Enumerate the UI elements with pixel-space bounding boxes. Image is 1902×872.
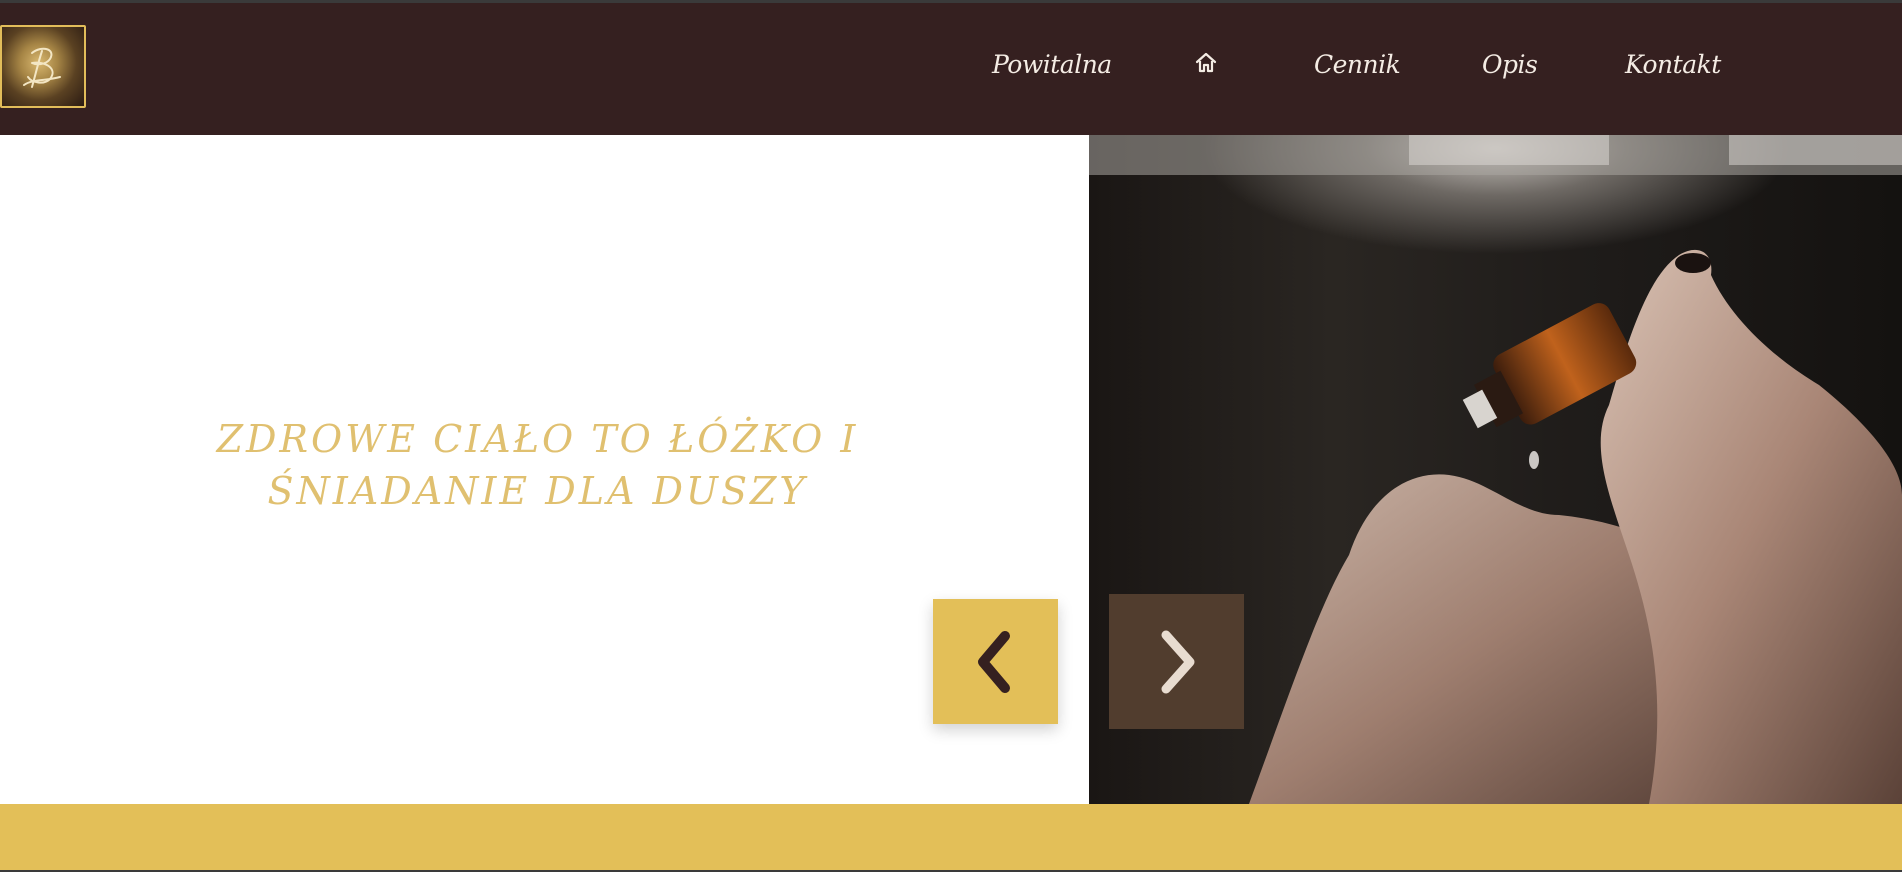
carousel-prev-button[interactable]: [933, 599, 1058, 724]
home-icon: [1195, 52, 1217, 73]
hero-text-panel: ZDROWE CIAŁO TO ŁÓŻKO I ŚNIADANIE DLA DU…: [0, 135, 1089, 804]
nav-kontakt[interactable]: Kontakt: [1625, 50, 1721, 79]
hero-tagline-line2: ŚNIADANIE DLA DUSZY: [267, 469, 808, 513]
footer-band: [0, 804, 1902, 872]
nav-cennik[interactable]: Cennik: [1314, 50, 1401, 79]
chevron-right-icon: [1161, 630, 1195, 694]
page: Powitalna Cennik Opis Kontakt ZDROWE CIA…: [0, 0, 1902, 872]
hero-tagline: ZDROWE CIAŁO TO ŁÓŻKO I ŚNIADANIE DLA DU…: [160, 413, 915, 517]
chevron-left-icon: [978, 631, 1010, 693]
nav-powitalna[interactable]: Powitalna: [992, 50, 1112, 79]
nav-opis[interactable]: Opis: [1482, 50, 1538, 79]
main-nav: Powitalna Cennik Opis Kontakt: [0, 3, 1902, 135]
hero-tagline-line1: ZDROWE CIAŁO TO ŁÓŻKO I: [216, 417, 859, 461]
nav-home[interactable]: [1194, 51, 1218, 75]
carousel-next-button[interactable]: [1109, 594, 1244, 729]
